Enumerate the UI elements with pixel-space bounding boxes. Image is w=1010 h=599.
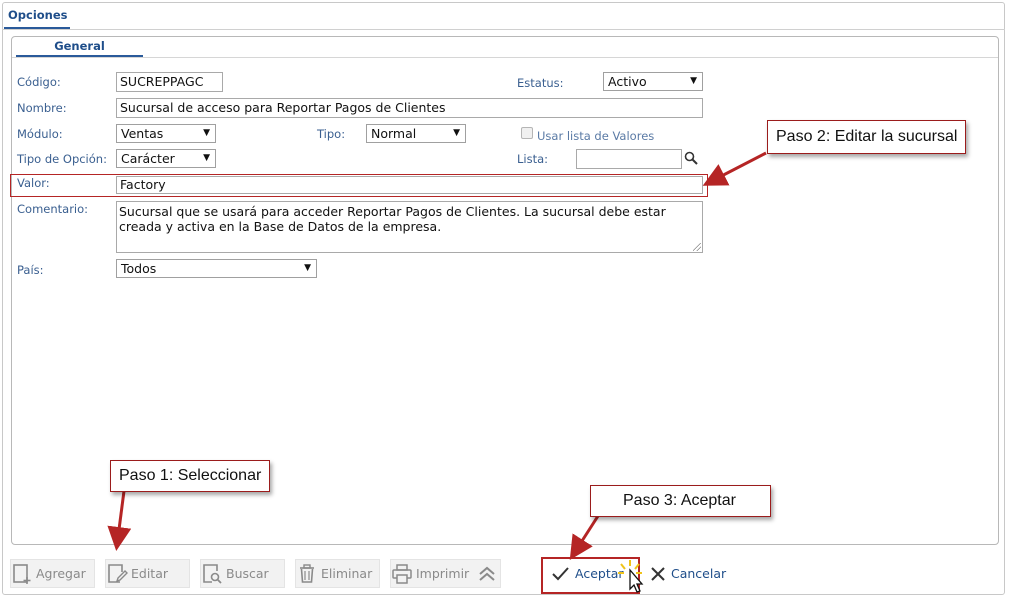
eliminar-button[interactable]: Eliminar bbox=[295, 559, 380, 588]
buscar-button[interactable]: Buscar bbox=[200, 559, 285, 588]
callout-paso2: Paso 2: Editar la sucursal bbox=[767, 120, 967, 154]
edit-document-icon bbox=[108, 563, 128, 583]
arrow-paso3 bbox=[569, 515, 600, 561]
printer-icon bbox=[392, 563, 412, 584]
editar-button[interactable]: Editar bbox=[105, 559, 190, 588]
double-chevron-up-icon[interactable] bbox=[477, 564, 497, 584]
arrow-paso2 bbox=[702, 151, 767, 186]
eliminar-label: Eliminar bbox=[321, 566, 373, 581]
search-document-icon bbox=[203, 563, 222, 584]
add-document-icon bbox=[13, 563, 31, 584]
trash-icon bbox=[300, 563, 314, 583]
close-icon bbox=[651, 566, 665, 581]
agregar-button[interactable]: Agregar bbox=[10, 559, 95, 588]
callout-paso1: Paso 1: Seleccionar bbox=[110, 460, 271, 492]
buscar-label: Buscar bbox=[226, 566, 269, 581]
click-cursor-icon bbox=[618, 560, 644, 593]
editar-label: Editar bbox=[131, 566, 169, 581]
annotation-arrows bbox=[107, 151, 767, 561]
cancelar-label: Cancelar bbox=[671, 566, 727, 581]
callout-paso3: Paso 3: Aceptar bbox=[590, 485, 771, 517]
arrow-paso1 bbox=[107, 490, 132, 551]
cancelar-button[interactable]: Cancelar bbox=[648, 559, 726, 588]
agregar-label: Agregar bbox=[36, 566, 86, 581]
imprimir-button[interactable]: Imprimir bbox=[390, 559, 501, 588]
imprimir-label: Imprimir bbox=[416, 566, 470, 581]
